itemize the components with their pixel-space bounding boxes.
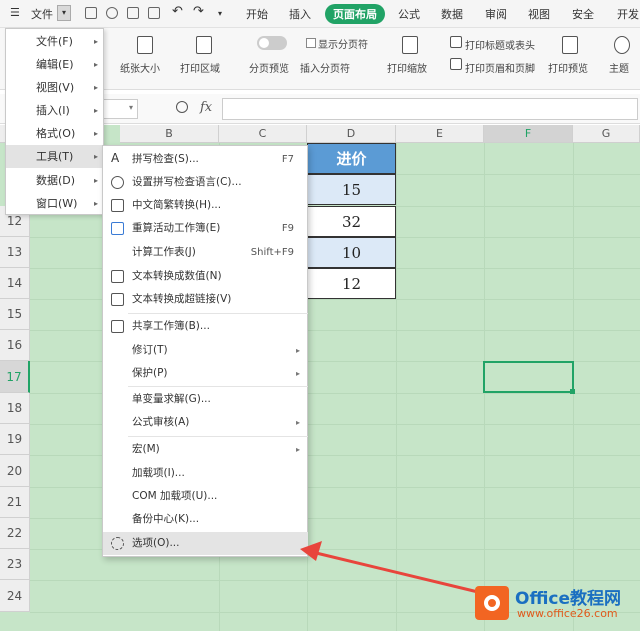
watermark-url: www.office26.com (517, 607, 618, 620)
arrow-head (300, 541, 322, 561)
watermark: Office教程网 www.office26.com (475, 582, 635, 626)
office-logo-icon (475, 586, 509, 620)
annotation-arrow (300, 541, 479, 594)
watermark-title: Office教程网 (515, 589, 622, 609)
arrow-line (311, 550, 479, 594)
